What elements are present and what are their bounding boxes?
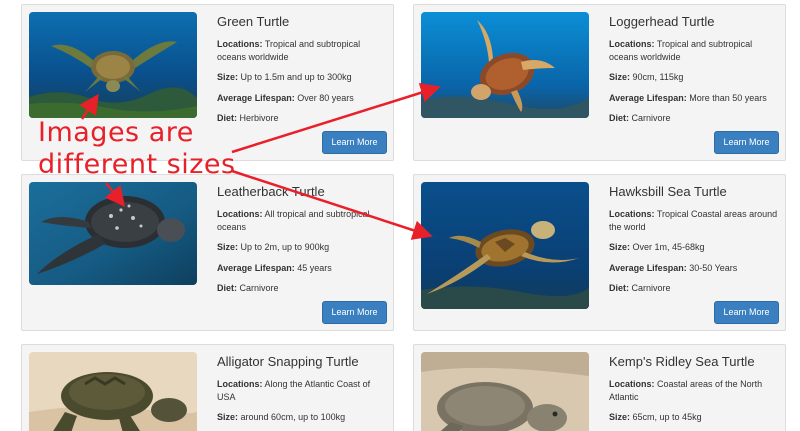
- turtle-card: Leatherback Turtle Locations: All tropic…: [21, 174, 394, 331]
- card-body: Loggerhead Turtle Locations: Tropical an…: [609, 13, 779, 133]
- size-field: Size: around 60cm, up to 100kg: [217, 411, 387, 424]
- size-value: Over 1m, 45-68kg: [632, 242, 705, 252]
- locations-field: Locations: Coastal areas of the North At…: [609, 378, 779, 403]
- locations-field: Locations: All tropical and subtropical …: [217, 208, 387, 233]
- locations-label: Locations:: [609, 379, 655, 389]
- card-body: Leatherback Turtle Locations: All tropic…: [217, 183, 387, 303]
- lifespan-label: Average Lifespan:: [609, 92, 687, 103]
- green-turtle-image: [29, 12, 197, 118]
- diet-field: Diet: Herbivore: [217, 112, 387, 125]
- size-label: Size:: [609, 72, 631, 82]
- turtle-card: Hawksbill Sea Turtle Locations: Tropical…: [413, 174, 786, 331]
- locations-label: Locations:: [609, 209, 655, 219]
- diet-value: Carnivore: [239, 283, 279, 293]
- diet-value: Carnivore: [631, 283, 671, 293]
- card-title: Hawksbill Sea Turtle: [609, 184, 727, 199]
- size-label: Size:: [609, 242, 631, 252]
- lifespan-label: Average Lifespan:: [217, 262, 295, 273]
- size-label: Size:: [609, 412, 631, 422]
- turtle-card: Loggerhead Turtle Locations: Tropical an…: [413, 4, 786, 161]
- annotation-line-2: different sizes: [38, 149, 236, 180]
- loggerhead-turtle-image: [421, 12, 589, 118]
- lifespan-field: Average Lifespan: 45 years: [217, 262, 387, 275]
- hawksbill-turtle-image: [421, 182, 589, 309]
- size-field: Size: Up to 2m, up to 900kg: [217, 241, 387, 254]
- size-field: Size: 90cm, 115kg: [609, 71, 779, 84]
- card-title: Kemp's Ridley Sea Turtle: [609, 354, 755, 369]
- diet-value: Herbivore: [239, 113, 279, 123]
- diet-field: Diet: Carnivore: [217, 282, 387, 295]
- card-title: Leatherback Turtle: [217, 184, 325, 199]
- card-body: Green Turtle Locations: Tropical and sub…: [217, 13, 387, 133]
- leatherback-turtle-image: [29, 182, 197, 285]
- lifespan-value: 45 years: [297, 262, 332, 273]
- lifespan-value: More than 50 years: [689, 92, 767, 103]
- lifespan-field: Average Lifespan: More than 50 years: [609, 92, 779, 105]
- size-label: Size:: [217, 242, 239, 252]
- card-title: Loggerhead Turtle: [609, 14, 715, 29]
- locations-field: Locations: Along the Atlantic Coast of U…: [217, 378, 387, 403]
- annotation-line-1: Images are: [38, 117, 194, 148]
- card-body: Kemp's Ridley Sea Turtle Locations: Coas…: [609, 353, 779, 431]
- lifespan-field: Average Lifespan: Over 80 years: [217, 92, 387, 105]
- diet-label: Diet:: [217, 113, 237, 123]
- learn-more-button[interactable]: Learn More: [714, 301, 779, 324]
- lifespan-label: Average Lifespan:: [217, 92, 295, 103]
- alligator-snapping-turtle-image: [29, 352, 197, 431]
- locations-field: Locations: Tropical Coastal areas around…: [609, 208, 779, 233]
- lifespan-label: Average Lifespan:: [609, 262, 687, 273]
- size-value: Up to 2m, up to 900kg: [240, 242, 330, 252]
- card-title: Green Turtle: [217, 14, 290, 29]
- locations-field: Locations: Tropical and subtropical ocea…: [609, 38, 779, 63]
- learn-more-button[interactable]: Learn More: [322, 301, 387, 324]
- size-value: 65cm, up to 45kg: [632, 412, 702, 422]
- lifespan-value: 30-50 Years: [689, 262, 738, 273]
- locations-field: Locations: Tropical and subtropical ocea…: [217, 38, 387, 63]
- diet-label: Diet:: [609, 283, 629, 293]
- lifespan-field: Average Lifespan: 30-50 Years: [609, 262, 779, 275]
- learn-more-button[interactable]: Learn More: [714, 131, 779, 154]
- size-value: Up to 1.5m and up to 300kg: [240, 72, 352, 82]
- size-field: Size: Up to 1.5m and up to 300kg: [217, 71, 387, 84]
- card-body: Hawksbill Sea Turtle Locations: Tropical…: [609, 183, 779, 303]
- size-label: Size:: [217, 412, 239, 422]
- size-value: around 60cm, up to 100kg: [240, 412, 346, 422]
- diet-label: Diet:: [217, 283, 237, 293]
- diet-field: Diet: Carnivore: [609, 282, 779, 295]
- size-field: Size: 65cm, up to 45kg: [609, 411, 779, 424]
- size-label: Size:: [217, 72, 239, 82]
- diet-label: Diet:: [609, 113, 629, 123]
- turtle-card: Alligator Snapping Turtle Locations: Alo…: [21, 344, 394, 431]
- diet-field: Diet: Carnivore: [609, 112, 779, 125]
- card-body: Alligator Snapping Turtle Locations: Alo…: [217, 353, 387, 431]
- card-title: Alligator Snapping Turtle: [217, 354, 359, 369]
- learn-more-button[interactable]: Learn More: [322, 131, 387, 154]
- kemps-ridley-turtle-image: [421, 352, 589, 431]
- diet-value: Carnivore: [631, 113, 671, 123]
- locations-label: Locations:: [217, 209, 263, 219]
- locations-label: Locations:: [217, 39, 263, 49]
- size-value: 90cm, 115kg: [632, 72, 684, 82]
- lifespan-value: Over 80 years: [297, 92, 354, 103]
- size-field: Size: Over 1m, 45-68kg: [609, 241, 779, 254]
- locations-label: Locations:: [217, 379, 263, 389]
- turtle-card: Kemp's Ridley Sea Turtle Locations: Coas…: [413, 344, 786, 431]
- locations-label: Locations:: [609, 39, 655, 49]
